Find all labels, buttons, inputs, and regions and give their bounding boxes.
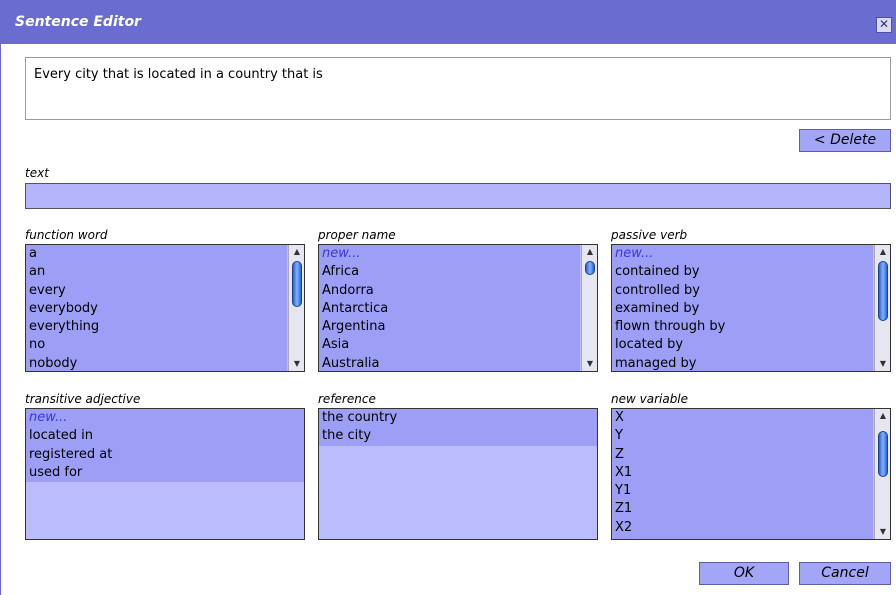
- proper-name-items: new... Africa Andorra Antarctica Argenti…: [319, 245, 580, 371]
- list-item[interactable]: Antarctica: [319, 300, 580, 318]
- proper-name-label: proper name: [318, 228, 396, 242]
- list-item[interactable]: Asia: [319, 336, 580, 354]
- proper-name-list[interactable]: new... Africa Andorra Antarctica Argenti…: [318, 244, 598, 372]
- list-item[interactable]: Y: [612, 427, 873, 445]
- list-item[interactable]: everybody: [26, 300, 287, 318]
- new-variable-items: X Y Z X1 Y1 Z1 X2: [612, 409, 873, 539]
- scroll-up-icon[interactable]: ▲: [582, 245, 597, 259]
- list-item[interactable]: Africa: [319, 263, 580, 281]
- scroll-thumb[interactable]: [292, 261, 302, 307]
- passive-verb-list[interactable]: new... contained by controlled by examin…: [611, 244, 891, 372]
- list-item[interactable]: located in: [26, 427, 304, 445]
- list-item[interactable]: registered at: [26, 446, 304, 464]
- delete-button[interactable]: < Delete: [799, 129, 891, 152]
- scrollbar[interactable]: ▲ ▼: [581, 245, 597, 371]
- scroll-up-icon[interactable]: ▲: [289, 245, 304, 259]
- scrollbar[interactable]: ▲ ▼: [874, 409, 890, 539]
- scroll-down-icon[interactable]: ▼: [875, 357, 890, 371]
- list-item[interactable]: examined by: [612, 300, 873, 318]
- close-icon[interactable]: ✕: [876, 17, 892, 33]
- reference-label: reference: [318, 392, 376, 406]
- scrollbar[interactable]: ▲ ▼: [874, 245, 890, 371]
- function-word-list[interactable]: a an every everybody everything no nobod…: [25, 244, 305, 372]
- scrollbar[interactable]: ▲ ▼: [288, 245, 304, 371]
- list-item[interactable]: X1: [612, 464, 873, 482]
- passive-verb-items: new... contained by controlled by examin…: [612, 245, 873, 371]
- passive-verb-label: passive verb: [611, 228, 688, 242]
- list-item[interactable]: a: [26, 245, 287, 263]
- ok-button[interactable]: OK: [699, 562, 789, 585]
- scroll-thumb[interactable]: [585, 261, 595, 275]
- list-item[interactable]: an: [26, 263, 287, 281]
- sentence-editor-window: Sentence Editor ✕ Every city that is loc…: [0, 0, 896, 595]
- list-item[interactable]: contained by: [612, 263, 873, 281]
- list-item-new[interactable]: new...: [319, 245, 580, 263]
- cancel-button[interactable]: Cancel: [799, 562, 891, 585]
- list-item[interactable]: every: [26, 282, 287, 300]
- list-item[interactable]: Argentina: [319, 318, 580, 336]
- list-item[interactable]: Andorra: [319, 282, 580, 300]
- list-item[interactable]: no: [26, 336, 287, 354]
- list-item[interactable]: managed by: [612, 355, 873, 371]
- list-item[interactable]: Australia: [319, 355, 580, 371]
- list-item[interactable]: Z: [612, 446, 873, 464]
- scroll-down-icon[interactable]: ▼: [582, 357, 597, 371]
- reference-items: the country the city: [319, 409, 597, 446]
- transitive-adjective-label: transitive adjective: [25, 392, 141, 406]
- list-item[interactable]: everything: [26, 318, 287, 336]
- list-item[interactable]: Z1: [612, 500, 873, 518]
- scroll-down-icon[interactable]: ▼: [289, 357, 304, 371]
- scroll-thumb[interactable]: [878, 431, 888, 477]
- text-input[interactable]: [25, 183, 891, 209]
- list-item[interactable]: flown through by: [612, 318, 873, 336]
- sentence-display: Every city that is located in a country …: [25, 57, 891, 120]
- scroll-up-icon[interactable]: ▲: [875, 245, 890, 259]
- function-word-items: a an every everybody everything no nobod…: [26, 245, 287, 371]
- list-item-new[interactable]: new...: [26, 409, 304, 427]
- transitive-adjective-list[interactable]: new... located in registered at used for: [25, 408, 305, 540]
- list-item[interactable]: X: [612, 409, 873, 427]
- new-variable-label: new variable: [611, 392, 689, 406]
- text-field-label: text: [25, 166, 49, 180]
- list-item[interactable]: the country: [319, 409, 597, 427]
- scroll-down-icon[interactable]: ▼: [875, 525, 890, 539]
- list-item[interactable]: used for: [26, 464, 304, 482]
- scroll-up-icon[interactable]: ▲: [875, 409, 890, 423]
- function-word-label: function word: [25, 228, 108, 242]
- new-variable-list[interactable]: X Y Z X1 Y1 Z1 X2 ▲ ▼: [611, 408, 891, 540]
- transitive-adjective-items: new... located in registered at used for: [26, 409, 304, 483]
- list-item-new[interactable]: new...: [612, 245, 873, 263]
- list-item[interactable]: nobody: [26, 355, 287, 371]
- title-bar: Sentence Editor ✕: [1, 0, 896, 44]
- window-title: Sentence Editor: [15, 14, 141, 30]
- list-item[interactable]: Y1: [612, 482, 873, 500]
- list-item[interactable]: X2: [612, 519, 873, 537]
- list-item[interactable]: located by: [612, 336, 873, 354]
- reference-list[interactable]: the country the city: [318, 408, 598, 540]
- list-item[interactable]: controlled by: [612, 282, 873, 300]
- list-item[interactable]: the city: [319, 427, 597, 445]
- scroll-thumb[interactable]: [878, 261, 888, 321]
